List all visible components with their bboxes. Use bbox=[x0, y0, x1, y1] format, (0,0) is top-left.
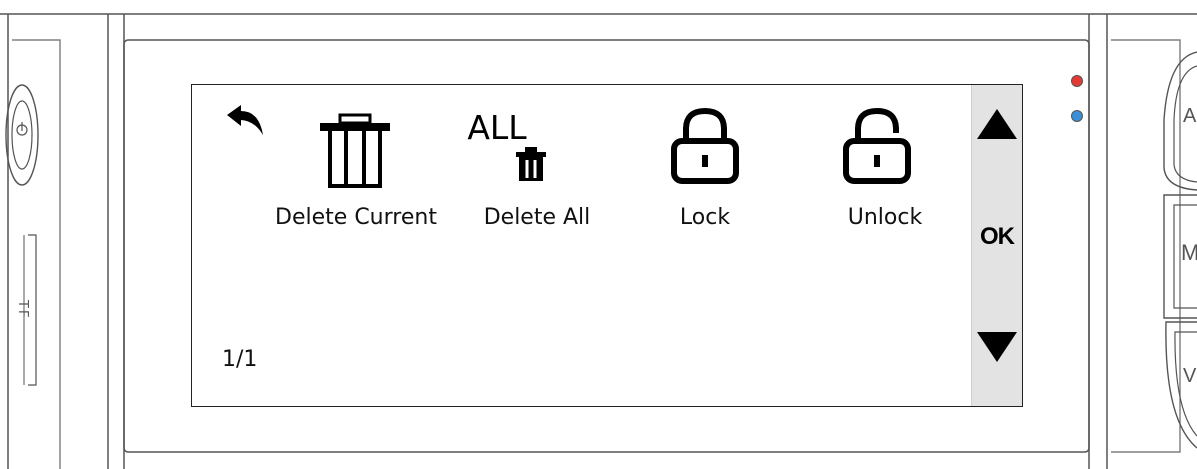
lock-open-icon bbox=[842, 107, 912, 190]
right-button-a[interactable]: A bbox=[1183, 105, 1196, 128]
triangle-up-icon[interactable] bbox=[975, 107, 1019, 146]
tf-slot-label: TF bbox=[15, 300, 30, 320]
lock-item[interactable] bbox=[662, 105, 762, 275]
ok-button[interactable]: OK bbox=[980, 223, 1015, 251]
back-arrow-icon[interactable] bbox=[225, 103, 267, 144]
lock-label: Lock bbox=[679, 205, 731, 230]
delete-all-label: Delete All bbox=[483, 205, 591, 230]
blue-led bbox=[1071, 110, 1083, 122]
delete-current-label: Delete Current bbox=[275, 205, 437, 230]
side-navigation-panel: OK bbox=[971, 85, 1022, 406]
lock-closed-icon bbox=[670, 107, 740, 190]
right-button-v[interactable]: V bbox=[1183, 365, 1196, 388]
delete-current-item[interactable] bbox=[310, 113, 420, 273]
page-indicator: 1/1 bbox=[222, 347, 258, 372]
red-led bbox=[1071, 75, 1083, 87]
trash-all-icon bbox=[515, 145, 547, 188]
unlock-item[interactable] bbox=[832, 105, 942, 275]
trash-icon bbox=[318, 113, 392, 193]
playback-menu-screen: Delete Current ALL Delete All Lock Unloc… bbox=[191, 84, 1023, 407]
right-button-m[interactable]: M bbox=[1181, 240, 1197, 266]
triangle-down-icon[interactable] bbox=[975, 330, 1019, 369]
unlock-label: Unlock bbox=[847, 205, 923, 230]
all-text: ALL bbox=[467, 108, 527, 147]
